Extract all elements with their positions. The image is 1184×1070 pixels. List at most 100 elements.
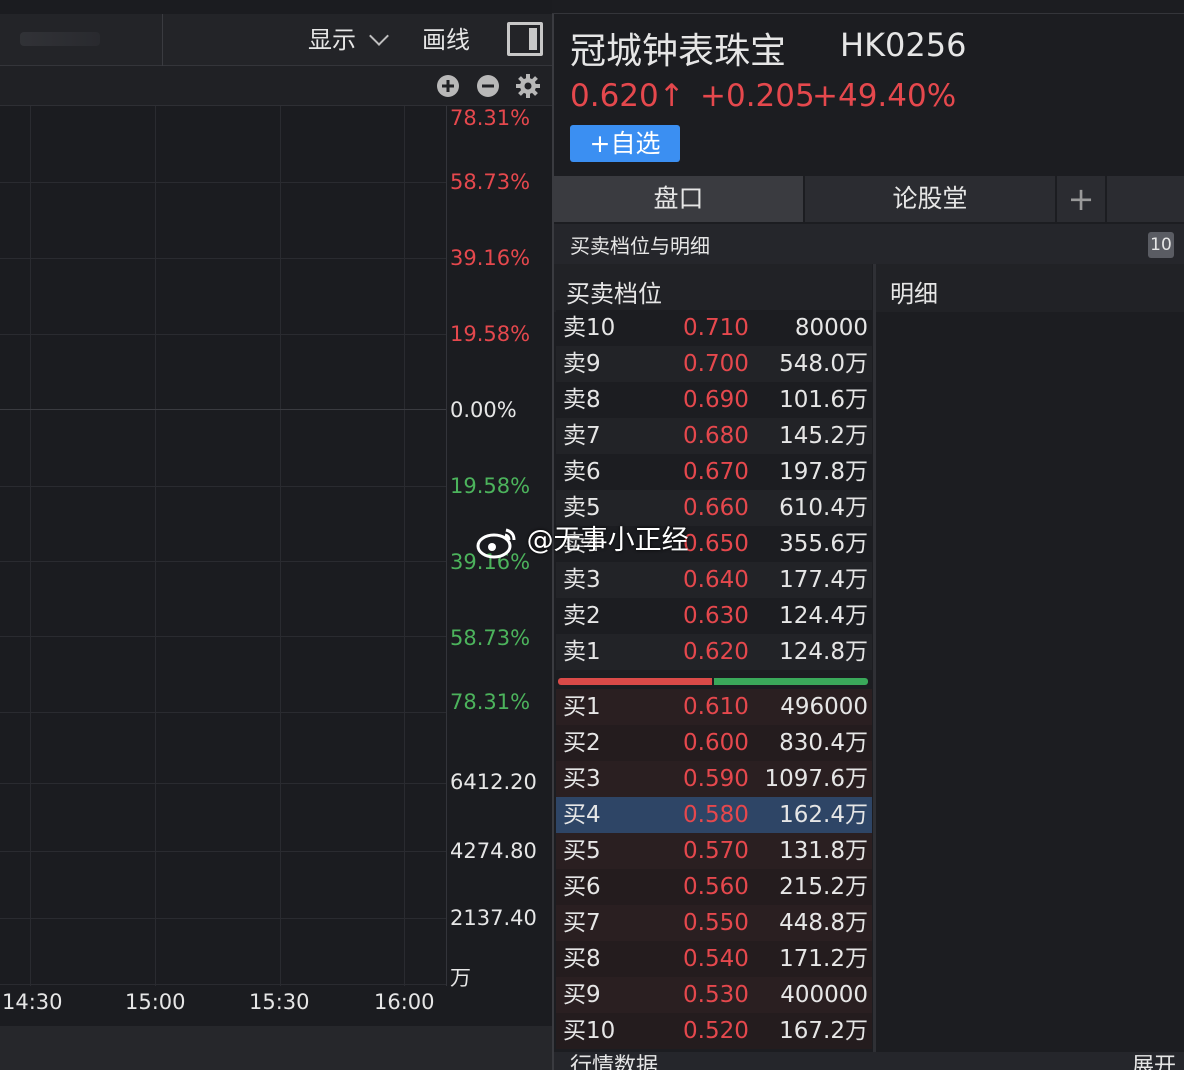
bid-row[interactable]: 买4 0.580 162.4万 — [556, 797, 872, 833]
level-volume: 145.2万 — [779, 423, 868, 449]
draw-line-button[interactable]: 画线 — [422, 22, 470, 58]
level-price: 0.710 — [683, 315, 749, 341]
level-label: 买10 — [563, 1018, 616, 1044]
time-tick: 15:00 — [125, 990, 186, 1014]
zoom-in-icon[interactable] — [436, 74, 460, 98]
display-label: 显示 — [308, 26, 356, 54]
ask-row[interactable]: 卖10 0.710 80000 — [556, 310, 872, 346]
gear-icon[interactable] — [515, 73, 541, 99]
level-volume: 162.4万 — [779, 802, 868, 828]
level-label: 买5 — [563, 838, 601, 864]
percent-axis-label: 78.31% — [450, 690, 531, 714]
bid-row[interactable]: 买8 0.540 171.2万 — [556, 941, 872, 977]
display-dropdown[interactable]: 显示 — [308, 22, 389, 58]
level-label: 买2 — [563, 730, 601, 756]
level-volume: 1097.6万 — [764, 766, 868, 792]
level-label: 卖9 — [563, 351, 601, 377]
chart-footer-bar — [0, 1026, 552, 1070]
volume-axis-label: 2137.40 — [450, 906, 537, 930]
volume-unit-label: 万 — [450, 966, 471, 990]
level-volume: 80000 — [794, 315, 868, 341]
volume-axis-label: 6412.20 — [450, 770, 537, 794]
percent-axis-label: 58.73% — [450, 626, 531, 650]
ask-row[interactable]: 卖3 0.640 177.4万 — [556, 562, 872, 598]
chart-toolbar: 显示 画线 — [0, 14, 552, 66]
zoom-out-icon[interactable] — [476, 74, 500, 98]
bid-row[interactable]: 买2 0.600 830.4万 — [556, 725, 872, 761]
level-label: 卖6 — [563, 459, 601, 485]
percent-axis-label: 78.31% — [450, 106, 531, 130]
level-volume: 197.8万 — [779, 459, 868, 485]
section-title: 买卖档位与明细 — [570, 234, 710, 258]
volume-axis-label: 4274.80 — [450, 839, 537, 863]
level-volume: 131.8万 — [779, 838, 868, 864]
level-label: 买1 — [563, 694, 601, 720]
level-volume: 101.6万 — [779, 387, 868, 413]
panel-toggle-icon[interactable] — [507, 22, 543, 56]
bid-row[interactable]: 买3 0.590 1097.6万 — [556, 761, 872, 797]
bid-row[interactable]: 买10 0.520 167.2万 — [556, 1013, 872, 1049]
intraday-chart[interactable]: 78.31% 58.73% 39.16% 19.58% 0.00% 19.58% 39.16… — [0, 106, 552, 990]
level-volume: 171.2万 — [779, 946, 868, 972]
detail-header: 明细 — [890, 280, 938, 308]
level-volume: 448.8万 — [779, 910, 868, 936]
stock-price: 0.620↑ — [570, 78, 685, 114]
ask-row[interactable]: 卖7 0.680 145.2万 — [556, 418, 872, 454]
bid-strength — [558, 678, 712, 685]
level-volume: 548.0万 — [779, 351, 868, 377]
level-volume: 400000 — [780, 982, 868, 1008]
level-volume: 124.8万 — [779, 639, 868, 665]
level-volume: 177.4万 — [779, 567, 868, 593]
chevron-down-icon — [368, 26, 389, 46]
ask-strength — [714, 678, 868, 685]
footer-bar: 行情数据 展开 — [554, 1052, 1184, 1070]
ask-row[interactable]: 卖9 0.700 548.0万 — [556, 346, 872, 382]
level-price: 0.530 — [683, 982, 749, 1008]
level-label: 买9 — [563, 982, 601, 1008]
stock-code: HK0256 — [840, 26, 967, 64]
bid-row[interactable]: 买5 0.570 131.8万 — [556, 833, 872, 869]
ask-row[interactable]: 卖8 0.690 101.6万 — [556, 382, 872, 418]
stock-name: 冠城钟表珠宝 — [570, 31, 787, 72]
bid-row[interactable]: 买1 0.610 496000 — [556, 689, 872, 725]
order-book-header: 买卖档位 — [566, 280, 662, 308]
depth-level-badge[interactable]: 10 — [1148, 232, 1174, 258]
book-balance-bar — [558, 678, 868, 685]
bid-row[interactable]: 买7 0.550 448.8万 — [556, 905, 872, 941]
ask-row[interactable]: 卖1 0.620 124.8万 — [556, 634, 872, 670]
ask-row[interactable]: 卖2 0.630 124.4万 — [556, 598, 872, 634]
add-watchlist-button[interactable]: +自选 — [570, 125, 680, 162]
level-price: 0.640 — [683, 567, 749, 593]
level-label: 买8 — [563, 946, 601, 972]
percent-axis-label: 58.73% — [450, 170, 531, 194]
level-volume: 496000 — [780, 694, 868, 720]
level-price: 0.700 — [683, 351, 749, 377]
level-price: 0.580 — [683, 802, 749, 828]
weibo-logo-icon — [476, 528, 516, 558]
ask-row[interactable]: 卖6 0.670 197.8万 — [556, 454, 872, 490]
level-volume: 215.2万 — [779, 874, 868, 900]
price-change: +0.205 — [700, 78, 815, 114]
expand-button[interactable]: 展开 — [1132, 1056, 1176, 1070]
column-divider — [873, 264, 876, 1054]
bid-row[interactable]: 买6 0.560 215.2万 — [556, 869, 872, 905]
level-volume: 124.4万 — [779, 603, 868, 629]
level-label: 买4 — [563, 802, 601, 828]
time-tick: 15:30 — [249, 990, 310, 1014]
level-price: 0.650 — [683, 531, 749, 557]
percent-axis-label: 0.00% — [450, 398, 517, 422]
level-price: 0.540 — [683, 946, 749, 972]
level-label: 卖7 — [563, 423, 601, 449]
time-tick: 14:30 — [2, 990, 63, 1014]
bid-row[interactable]: 买9 0.530 400000 — [556, 977, 872, 1013]
watermark-text: @无事小正经 — [526, 525, 689, 556]
level-volume: 355.6万 — [779, 531, 868, 557]
tab-forum[interactable]: 论股堂 — [805, 176, 1057, 222]
level-label: 买6 — [563, 874, 601, 900]
level-volume: 167.2万 — [779, 1018, 868, 1044]
add-tab-button[interactable]: + — [1057, 176, 1107, 222]
tab-pankou[interactable]: 盘口 — [554, 176, 805, 222]
level-label: 卖3 — [563, 567, 601, 593]
price-change-pct: +49.40% — [812, 78, 957, 114]
level-label: 买7 — [563, 910, 601, 936]
